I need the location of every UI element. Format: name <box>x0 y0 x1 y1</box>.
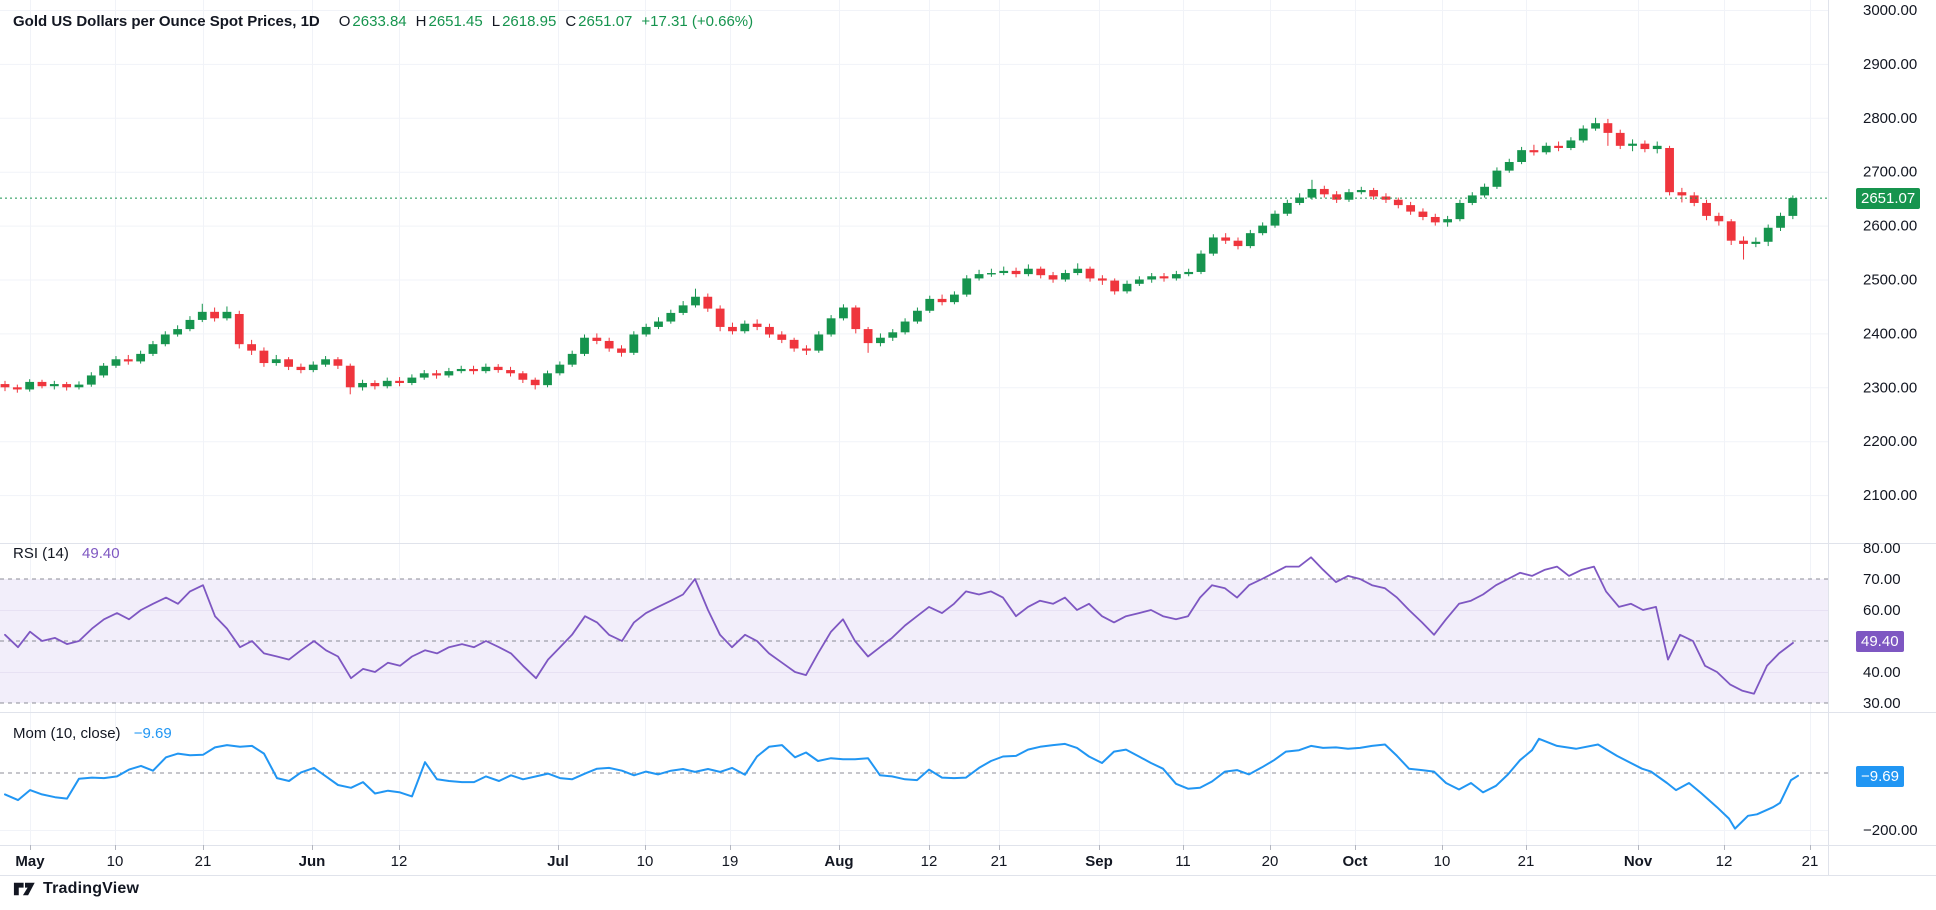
time-axis[interactable]: May 10 21 Jun 12 Jul 10 19 Aug 12 21 Sep 11 20 Oct 10 21… <box>15 845 1818 870</box>
svg-text:Oct: Oct <box>1342 853 1367 870</box>
chart-widget: 3000.00 2900.00 2800.00 2700.00 2600.00 2500.… <box>0 0 1936 910</box>
tradingview-brand-text: TradingView <box>43 880 139 898</box>
mom-line-series <box>5 739 1798 829</box>
mom-value-badge: −9.69 <box>1856 766 1904 787</box>
high-value: 2651.45 <box>429 13 483 31</box>
mom-axis[interactable]: −200.00 <box>1863 822 1918 839</box>
svg-text:Sep: Sep <box>1085 853 1113 870</box>
mom-value: −9.69 <box>134 725 172 742</box>
symbol-legend[interactable]: Gold US Dollars per Ounce Spot Prices, 1… <box>13 13 753 31</box>
svg-text:2200.00: 2200.00 <box>1863 433 1917 450</box>
svg-text:12: 12 <box>921 853 938 870</box>
low-label: L <box>492 13 500 31</box>
svg-text:40.00: 40.00 <box>1863 664 1901 681</box>
svg-text:−200.00: −200.00 <box>1863 822 1918 839</box>
price-axis[interactable]: 3000.00 2900.00 2800.00 2700.00 2600.00 2500.… <box>1863 2 1917 504</box>
svg-text:2100.00: 2100.00 <box>1863 487 1917 504</box>
svg-text:2800.00: 2800.00 <box>1863 110 1917 127</box>
svg-text:2900.00: 2900.00 <box>1863 56 1917 73</box>
last-price-badge: 2651.07 <box>1856 188 1920 209</box>
svg-text:Jun: Jun <box>299 853 326 870</box>
pane-separators <box>0 0 1936 876</box>
svg-text:30.00: 30.00 <box>1863 695 1901 712</box>
svg-text:10: 10 <box>107 853 124 870</box>
rsi-axis[interactable]: 80.00 70.00 60.00 40.00 30.00 <box>1863 540 1901 712</box>
svg-text:19: 19 <box>722 853 739 870</box>
tradingview-logo-icon <box>13 880 37 898</box>
rsi-value: 49.40 <box>82 545 120 562</box>
svg-text:10: 10 <box>1434 853 1451 870</box>
svg-text:60.00: 60.00 <box>1863 602 1901 619</box>
symbol-title: Gold US Dollars per Ounce Spot Prices, 1… <box>13 13 320 31</box>
svg-text:21: 21 <box>991 853 1008 870</box>
rsi-value-badge: 49.40 <box>1856 631 1904 652</box>
svg-text:Jul: Jul <box>547 853 569 870</box>
rsi-label: RSI (14) <box>13 545 69 562</box>
open-value: 2633.84 <box>352 13 406 31</box>
high-label: H <box>416 13 427 31</box>
svg-text:Aug: Aug <box>824 853 853 870</box>
svg-text:12: 12 <box>1716 853 1733 870</box>
svg-text:21: 21 <box>195 853 212 870</box>
svg-text:2300.00: 2300.00 <box>1863 379 1917 396</box>
chart-canvas[interactable]: 3000.00 2900.00 2800.00 2700.00 2600.00 2500.… <box>0 0 1936 910</box>
svg-text:2600.00: 2600.00 <box>1863 218 1917 235</box>
svg-text:2500.00: 2500.00 <box>1863 272 1917 289</box>
svg-text:2700.00: 2700.00 <box>1863 164 1917 181</box>
low-value: 2618.95 <box>502 13 556 31</box>
svg-text:12: 12 <box>391 853 408 870</box>
svg-text:80.00: 80.00 <box>1863 540 1901 557</box>
mom-legend[interactable]: Mom (10, close) −9.69 <box>13 726 172 742</box>
svg-text:Nov: Nov <box>1624 853 1653 870</box>
mom-gridlines <box>0 773 1828 831</box>
candlestick-series <box>1 118 1798 395</box>
close-label: C <box>565 13 576 31</box>
svg-text:21: 21 <box>1518 853 1535 870</box>
vertical-gridlines <box>31 0 1811 845</box>
svg-text:3000.00: 3000.00 <box>1863 2 1917 19</box>
svg-text:20: 20 <box>1262 853 1279 870</box>
price-gridlines <box>0 11 1828 496</box>
rsi-legend[interactable]: RSI (14) 49.40 <box>13 546 120 562</box>
close-value: 2651.07 <box>578 13 632 31</box>
mom-label: Mom (10, close) <box>13 725 121 742</box>
svg-text:70.00: 70.00 <box>1863 571 1901 588</box>
svg-text:10: 10 <box>637 853 654 870</box>
svg-text:21: 21 <box>1802 853 1819 870</box>
change-value: +17.31 (+0.66%) <box>641 13 753 31</box>
svg-text:11: 11 <box>1175 853 1191 870</box>
tradingview-attribution[interactable]: TradingView <box>13 880 139 898</box>
svg-text:2400.00: 2400.00 <box>1863 325 1917 342</box>
svg-text:May: May <box>15 853 45 870</box>
open-label: O <box>339 13 351 31</box>
